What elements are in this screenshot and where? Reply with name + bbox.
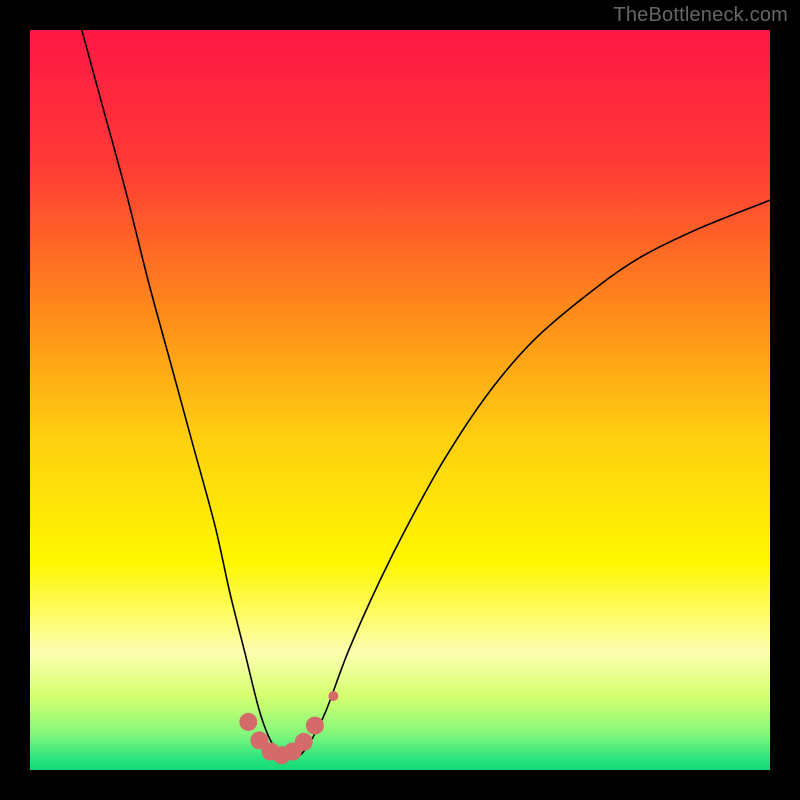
marker-point bbox=[328, 691, 338, 701]
marker-point bbox=[306, 717, 324, 735]
chart-svg bbox=[30, 30, 770, 770]
plot-area bbox=[30, 30, 770, 770]
marker-point bbox=[239, 713, 257, 731]
marker-point bbox=[295, 733, 313, 751]
chart-frame: TheBottleneck.com bbox=[0, 0, 800, 800]
gradient-background bbox=[30, 30, 770, 770]
watermark-text: TheBottleneck.com bbox=[613, 4, 788, 27]
